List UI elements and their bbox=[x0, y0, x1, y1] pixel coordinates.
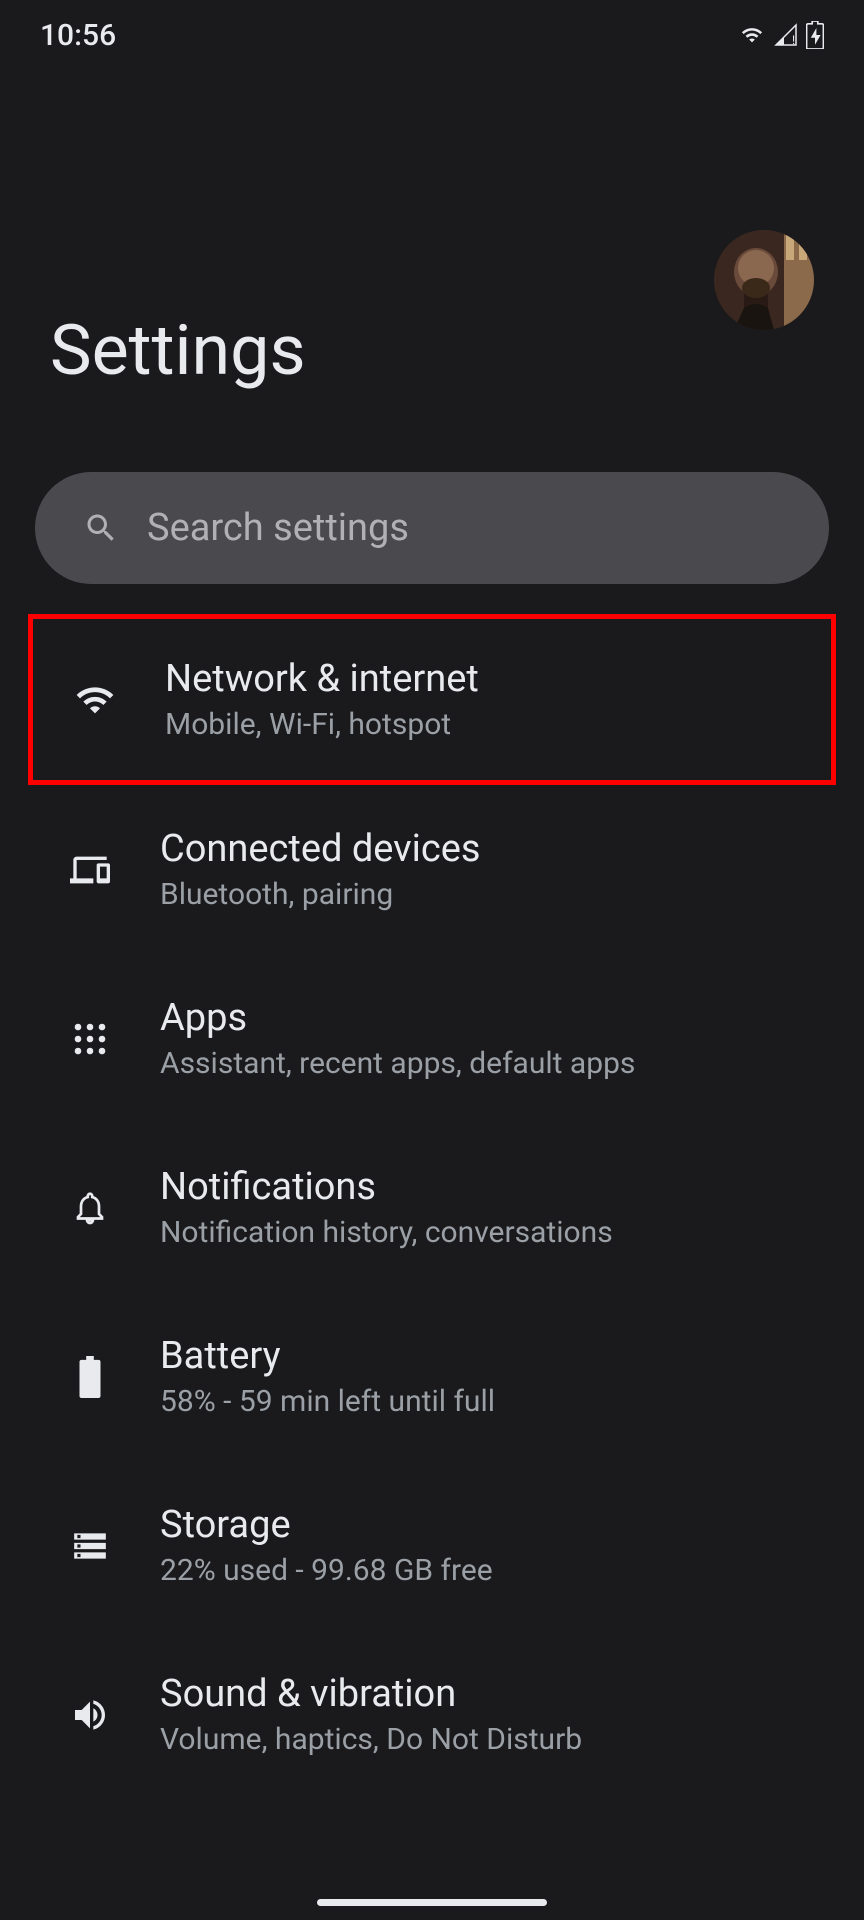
bell-icon bbox=[70, 1188, 110, 1228]
settings-item-text: Apps Assistant, recent apps, default app… bbox=[160, 996, 635, 1081]
settings-item-battery[interactable]: Battery 58% - 59 min left until full bbox=[0, 1292, 864, 1461]
settings-item-subtitle: 58% - 59 min left until full bbox=[160, 1384, 495, 1419]
storage-icon bbox=[70, 1526, 110, 1566]
header-region: Settings bbox=[0, 70, 864, 432]
settings-item-storage[interactable]: Storage 22% used - 99.68 GB free bbox=[0, 1461, 864, 1630]
settings-item-title: Battery bbox=[160, 1334, 495, 1378]
wifi-status-icon bbox=[738, 24, 766, 46]
settings-item-text: Network & internet Mobile, Wi-Fi, hotspo… bbox=[165, 657, 479, 742]
settings-item-text: Battery 58% - 59 min left until full bbox=[160, 1334, 495, 1419]
status-icons: ! bbox=[738, 21, 824, 49]
signal-status-icon: ! bbox=[774, 23, 798, 47]
search-bar[interactable]: Search settings bbox=[35, 472, 829, 584]
search-icon bbox=[83, 510, 119, 546]
settings-item-title: Apps bbox=[160, 996, 635, 1040]
battery-status-icon bbox=[806, 21, 824, 49]
settings-item-title: Network & internet bbox=[165, 657, 479, 701]
settings-item-sound[interactable]: Sound & vibration Volume, haptics, Do No… bbox=[0, 1630, 864, 1799]
settings-item-connected-devices[interactable]: Connected devices Bluetooth, pairing bbox=[0, 785, 864, 954]
settings-item-apps[interactable]: Apps Assistant, recent apps, default app… bbox=[0, 954, 864, 1123]
devices-icon bbox=[70, 850, 110, 890]
settings-item-title: Storage bbox=[160, 1503, 493, 1547]
settings-item-subtitle: Notification history, conversations bbox=[160, 1215, 613, 1250]
settings-item-subtitle: 22% used - 99.68 GB free bbox=[160, 1553, 493, 1588]
settings-item-text: Notifications Notification history, conv… bbox=[160, 1165, 613, 1250]
settings-item-text: Connected devices Bluetooth, pairing bbox=[160, 827, 481, 912]
svg-text:!: ! bbox=[792, 33, 795, 47]
profile-avatar[interactable] bbox=[714, 230, 814, 330]
settings-list: Network & internet Mobile, Wi-Fi, hotspo… bbox=[0, 614, 864, 1799]
battery-icon bbox=[70, 1357, 110, 1397]
volume-icon bbox=[70, 1695, 110, 1735]
status-bar: 10:56 ! bbox=[0, 0, 864, 70]
search-placeholder: Search settings bbox=[147, 506, 409, 550]
settings-item-text: Storage 22% used - 99.68 GB free bbox=[160, 1503, 493, 1588]
settings-item-subtitle: Mobile, Wi-Fi, hotspot bbox=[165, 707, 479, 742]
navigation-handle[interactable] bbox=[317, 1899, 547, 1906]
settings-item-subtitle: Assistant, recent apps, default apps bbox=[160, 1046, 635, 1081]
wifi-icon bbox=[75, 680, 115, 720]
settings-item-title: Sound & vibration bbox=[160, 1672, 582, 1716]
settings-item-subtitle: Volume, haptics, Do Not Disturb bbox=[160, 1722, 582, 1757]
settings-item-title: Notifications bbox=[160, 1165, 613, 1209]
settings-item-text: Sound & vibration Volume, haptics, Do No… bbox=[160, 1672, 582, 1757]
settings-item-subtitle: Bluetooth, pairing bbox=[160, 877, 481, 912]
settings-item-network[interactable]: Network & internet Mobile, Wi-Fi, hotspo… bbox=[28, 614, 836, 785]
settings-item-notifications[interactable]: Notifications Notification history, conv… bbox=[0, 1123, 864, 1292]
status-time: 10:56 bbox=[40, 18, 116, 53]
page-title: Settings bbox=[50, 310, 814, 392]
settings-item-title: Connected devices bbox=[160, 827, 481, 871]
search-container: Search settings bbox=[35, 472, 829, 584]
apps-icon bbox=[70, 1019, 110, 1059]
